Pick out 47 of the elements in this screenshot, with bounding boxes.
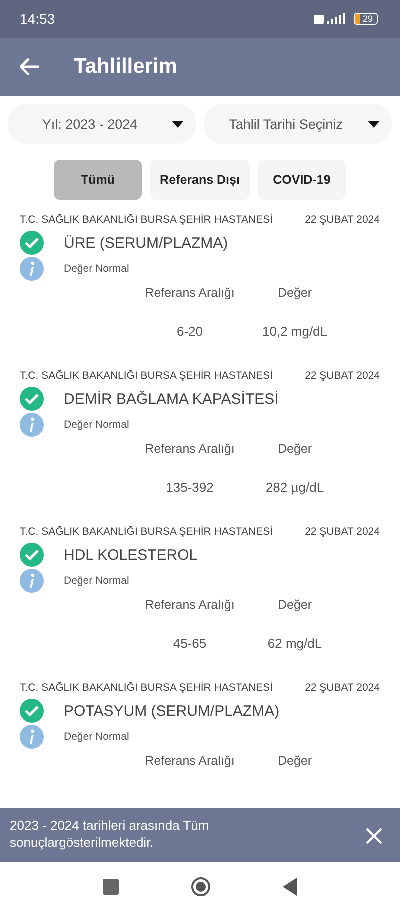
hospital-name: T.C. SAĞLIK BAKANLIĞI BURSA ŞEHİR HASTANESİ: [20, 214, 274, 226]
back-arrow-icon[interactable]: [20, 58, 40, 76]
home-icon[interactable]: [191, 876, 211, 896]
result-date: 22 ŞUBAT 2024: [305, 214, 380, 226]
test-name: POTASYUM (SERUM/PLAZMA): [64, 702, 280, 720]
caret-icon: [172, 120, 184, 128]
column-label: Referans Aralığı: [145, 754, 235, 768]
column-label: Değer: [278, 286, 312, 300]
result-date: 22 ŞUBAT 2024: [305, 526, 380, 538]
back-icon[interactable]: [283, 878, 297, 896]
column-label: Değer: [278, 754, 312, 768]
snackbar-message: 2023 - 2024 tarihleri arasında Tüm sonuçlargösterilmektedir.: [10, 818, 210, 852]
column-label: Referans Aralığı: [145, 286, 235, 300]
result-value: 10,2 mg/dL: [262, 324, 328, 339]
test-name: ÜRE (SERUM/PLAZMA): [64, 234, 228, 252]
close-button[interactable]: ×: [358, 818, 390, 852]
result-status: Değer Normal: [64, 575, 130, 587]
signal-icon: [314, 13, 348, 25]
column-label: Değer: [278, 598, 312, 612]
test-name: HDL KOLESTEROL: [64, 546, 198, 564]
reference-range: 135-392: [166, 480, 214, 495]
result-value: 62 mg/dL: [268, 636, 322, 651]
column-label: Değer: [278, 442, 312, 456]
test-name: DEMİR BAĞLAMA KAPASİTESİ: [64, 390, 279, 408]
column-label: Referans Aralığı: [145, 442, 235, 456]
reference-range: 6-20: [176, 324, 204, 339]
filter-tab[interactable]: Referans Dışı: [150, 160, 250, 200]
page-title: Tahlillerim: [74, 55, 178, 79]
dropdown[interactable]: Yıl: 2023 - 2024: [8, 104, 196, 144]
result-date: 22 ŞUBAT 2024: [305, 682, 380, 694]
hospital-name: T.C. SAĞLIK BAKANLIĞI BURSA ŞEHİR HASTANESİ: [20, 526, 274, 538]
result-date: 22 ŞUBAT 2024: [305, 370, 380, 382]
filter-tab[interactable]: Tümü: [54, 160, 142, 200]
result-status: Değer Normal: [64, 419, 130, 431]
battery-indicator: 29: [354, 13, 378, 25]
column-label: Referans Aralığı: [145, 598, 235, 612]
result-value: 282 µg/dL: [266, 480, 324, 495]
dropdown[interactable]: Tahlil Tarihi Seçiniz: [204, 104, 392, 144]
result-status: Değer Normal: [64, 731, 130, 743]
clock: 14:53: [20, 11, 56, 27]
caret-icon: [368, 120, 380, 128]
hospital-name: T.C. SAĞLIK BAKANLIĞI BURSA ŞEHİR HASTANESİ: [20, 682, 274, 694]
hospital-name: T.C. SAĞLIK BAKANLIĞI BURSA ŞEHİR HASTANESİ: [20, 370, 274, 382]
filter-tab[interactable]: COVID-19: [258, 160, 346, 200]
result-status: Değer Normal: [64, 263, 130, 275]
reference-range: 45-65: [173, 636, 207, 651]
recents-icon[interactable]: [103, 878, 119, 894]
